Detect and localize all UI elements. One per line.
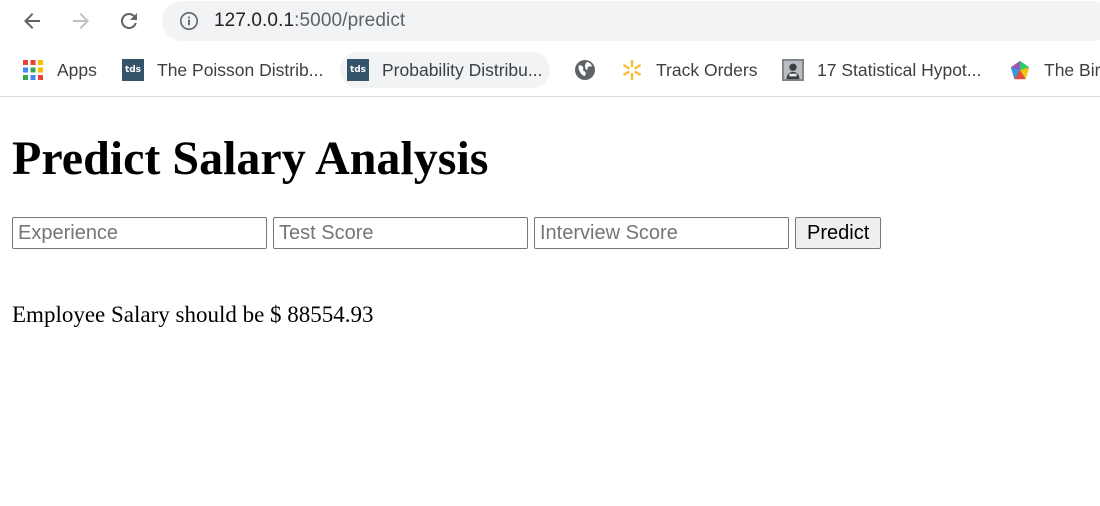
bookmark-binomial[interactable]: The Bir xyxy=(1009,52,1100,88)
reload-icon xyxy=(120,12,137,29)
address-bar[interactable]: 127.0.0.1:5000/predict xyxy=(162,1,1100,41)
bookmark-statistical-hypothesis[interactable]: 17 Statistical Hypot... xyxy=(782,52,981,88)
bookmark-apps[interactable]: Apps xyxy=(22,52,97,88)
forward-arrow-icon xyxy=(73,13,89,29)
prediction-result: Employee Salary should be $ 88554.93 xyxy=(12,302,374,327)
interview-score-input[interactable] xyxy=(534,217,789,249)
bookmark-label: Apps xyxy=(57,59,97,80)
browser-toolbar: 127.0.0.1:5000/predict xyxy=(0,0,1100,44)
bookmark-globe[interactable] xyxy=(574,52,609,88)
bookmark-track-orders[interactable]: Track Orders xyxy=(621,52,757,88)
bookmark-label: The Bir xyxy=(1044,59,1100,80)
person-thumbnail-icon xyxy=(782,59,804,81)
experience-input[interactable] xyxy=(12,217,267,249)
bookmark-label: Probability Distribu... xyxy=(382,59,543,80)
url-path: :5000/predict xyxy=(294,10,406,31)
predict-form: Predict xyxy=(12,217,882,249)
predict-button[interactable]: Predict xyxy=(795,217,882,249)
url-text: 127.0.0.1:5000/predict xyxy=(214,10,405,32)
bookmark-label: Track Orders xyxy=(656,59,758,80)
bookmarks-bar: Apps tds The Poisson Distrib... tds Prob… xyxy=(0,44,1100,96)
url-host: 127.0.0.1 xyxy=(214,10,295,31)
bookmark-poisson[interactable]: tds The Poisson Distrib... xyxy=(122,52,323,88)
walmart-spark-icon xyxy=(621,59,643,81)
tds-icon: tds xyxy=(122,59,144,81)
browser-chrome: 127.0.0.1:5000/predict Apps tds The Pois… xyxy=(0,0,1100,97)
reload-button[interactable] xyxy=(114,6,144,36)
tds-icon: tds xyxy=(347,59,369,81)
info-icon[interactable] xyxy=(178,10,200,32)
test-score-input[interactable] xyxy=(273,217,528,249)
bookmark-probability[interactable]: tds Probability Distribu... xyxy=(340,52,551,88)
forward-button[interactable] xyxy=(66,6,96,36)
bookmark-label: The Poisson Distrib... xyxy=(157,59,324,80)
back-arrow-icon xyxy=(24,13,40,29)
bookmark-label: 17 Statistical Hypot... xyxy=(817,59,982,80)
page-title: Predict Salary Analysis xyxy=(12,132,489,185)
globe-icon xyxy=(574,59,596,81)
crystal-icon xyxy=(1009,59,1031,81)
apps-grid-icon xyxy=(22,59,44,81)
back-button[interactable] xyxy=(17,6,47,36)
